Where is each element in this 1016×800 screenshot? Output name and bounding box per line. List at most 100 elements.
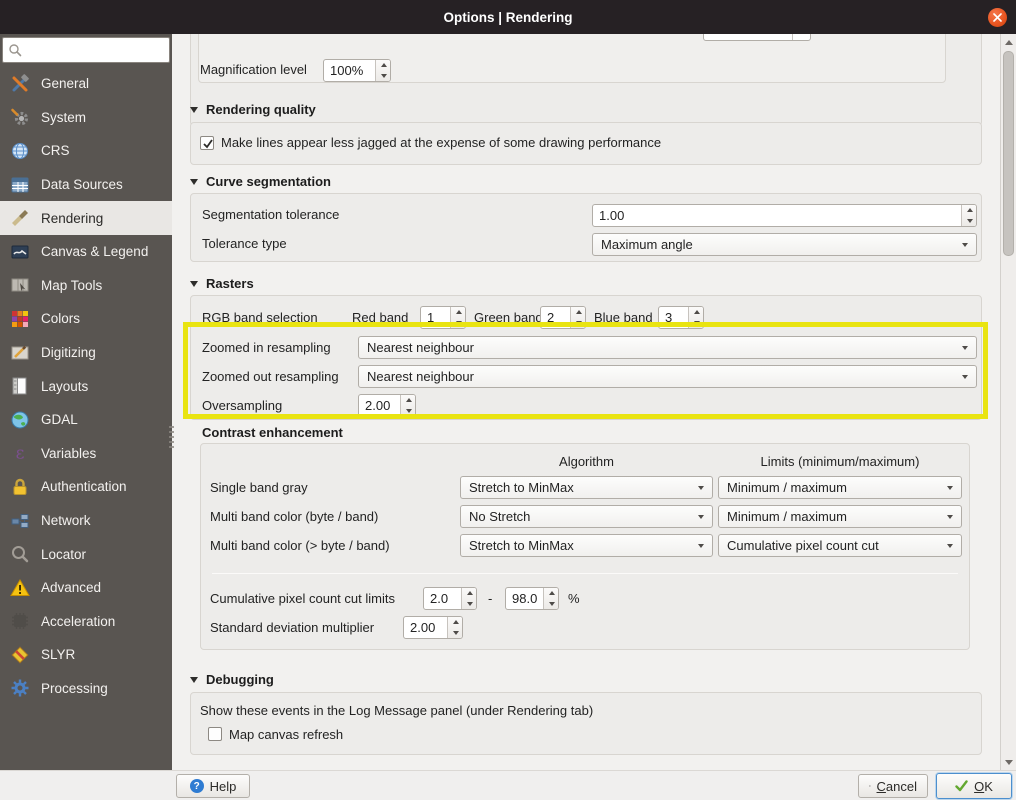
spin-buttons[interactable]: [961, 205, 976, 226]
curve-segmentation-header[interactable]: Curve segmentation: [190, 174, 331, 189]
sidebar-search: [2, 37, 170, 63]
help-button[interactable]: ? Help: [176, 774, 250, 798]
close-button[interactable]: [988, 8, 1007, 27]
zoomed-out-resampling-label: Zoomed out resampling: [202, 369, 339, 384]
segmentation-tolerance-spinbox[interactable]: 1.00: [592, 204, 977, 227]
spin-buttons[interactable]: [447, 617, 462, 638]
sidebar-item-system[interactable]: System: [0, 101, 172, 135]
map-canvas-refresh-label: Map canvas refresh: [229, 727, 344, 742]
map-canvas-refresh-checkbox[interactable]: [208, 727, 222, 741]
spin-buttons[interactable]: [570, 307, 585, 328]
sidebar-item-canvas-legend[interactable]: Canvas & Legend: [0, 235, 172, 269]
rasters-header[interactable]: Rasters: [190, 276, 254, 291]
spin-up-icon: [451, 307, 466, 318]
spin-down-icon: [448, 628, 463, 639]
rendering-quality-header[interactable]: Rendering quality: [190, 102, 316, 117]
zoomed-in-resampling-label: Zoomed in resampling: [202, 340, 331, 355]
cumulative-max-spinbox[interactable]: 98.0: [505, 587, 559, 610]
spin-buttons[interactable]: [450, 307, 465, 328]
settings-search-input[interactable]: [2, 37, 170, 63]
chevron-down-icon: [947, 544, 953, 548]
oversampling-spinbox[interactable]: 2.00: [358, 394, 416, 417]
limits-select[interactable]: Minimum / maximum: [718, 505, 962, 528]
antialias-checkbox[interactable]: [200, 136, 214, 150]
cumulative-min-spinbox[interactable]: 2.0: [423, 587, 477, 610]
algorithm-select[interactable]: No Stretch: [460, 505, 713, 528]
spin-buttons[interactable]: [461, 588, 476, 609]
cumulative-cut-limits-label: Cumulative pixel count cut limits: [210, 591, 395, 606]
blue-band-label: Blue band: [594, 310, 653, 325]
contrast-row: Single band gray Stretch to MinMax Minimum…: [172, 476, 1000, 499]
sidebar-item-layouts[interactable]: Layouts: [0, 369, 172, 403]
sidebar-item-network[interactable]: Network: [0, 504, 172, 538]
spin-down-icon: [962, 216, 977, 227]
spin-buttons[interactable]: [375, 60, 390, 81]
sidebar-item-slyr[interactable]: SLYR: [0, 638, 172, 672]
scroll-up-icon[interactable]: [1001, 35, 1016, 49]
zoomed-out-resampling-select[interactable]: Nearest neighbour: [358, 365, 977, 388]
help-icon: ?: [189, 779, 204, 793]
sidebar-item-colors[interactable]: Colors: [0, 302, 172, 336]
sidebar-item-crs[interactable]: CRS: [0, 134, 172, 168]
warning-triangle-icon: [9, 578, 31, 598]
tools-icon: [9, 73, 31, 94]
sidebar-item-authentication[interactable]: Authentication: [0, 470, 172, 504]
algorithm-select[interactable]: Stretch to MinMax: [460, 476, 713, 499]
algorithm-select[interactable]: Stretch to MinMax: [460, 534, 713, 557]
earth-icon: [9, 410, 31, 430]
sidebar-item-label: Advanced: [41, 580, 102, 596]
spin-buttons[interactable]: [688, 307, 703, 328]
debugging-header[interactable]: Debugging: [190, 672, 274, 687]
algorithm-column-header: Algorithm: [559, 454, 614, 469]
green-band-spinbox[interactable]: 2: [540, 306, 586, 329]
green-band-label: Green band: [474, 310, 543, 325]
sidebar-item-general[interactable]: General: [0, 67, 172, 101]
magnification-spinbox[interactable]: 100%: [323, 59, 391, 82]
ok-button[interactable]: OK: [936, 773, 1012, 799]
sidebar-item-rendering[interactable]: Rendering: [0, 201, 172, 235]
spin-up-icon: [376, 60, 391, 71]
spin-buttons[interactable]: [400, 395, 415, 416]
scroll-down-icon[interactable]: [1001, 755, 1016, 769]
sidebar-item-locator[interactable]: Locator: [0, 537, 172, 571]
spin-down-icon: [376, 71, 391, 82]
limits-select[interactable]: Cumulative pixel count cut: [718, 534, 962, 557]
magnifier-icon: [9, 544, 31, 564]
sidebar-item-data-sources[interactable]: Data Sources: [0, 168, 172, 202]
sidebar-item-variables[interactable]: ε Variables: [0, 437, 172, 471]
globe-icon: [9, 141, 31, 161]
contrast-row-label: Multi band color (> byte / band): [210, 537, 390, 553]
vertical-scrollbar[interactable]: [1000, 34, 1016, 770]
sidebar-item-acceleration[interactable]: Acceleration: [0, 605, 172, 639]
blue-band-spinbox[interactable]: 3: [658, 306, 704, 329]
splitter-handle[interactable]: [169, 426, 174, 448]
spin-buttons[interactable]: [543, 588, 558, 609]
spin-down-icon: [462, 599, 477, 610]
stddev-multiplier-spinbox[interactable]: 2.00: [403, 616, 463, 639]
limits-select[interactable]: Minimum / maximum: [718, 476, 962, 499]
spin-up-icon: [571, 307, 586, 318]
sidebar-item-gdal[interactable]: GDAL: [0, 403, 172, 437]
collapse-triangle-icon: [190, 676, 198, 683]
red-band-spinbox[interactable]: 1: [420, 306, 466, 329]
processing-gear-icon: [9, 678, 31, 698]
tolerance-type-select[interactable]: Maximum angle: [592, 233, 977, 256]
chevron-down-icon: [947, 486, 953, 490]
lock-icon: [9, 477, 31, 497]
contrast-row: Multi band color (> byte / band) Stretch …: [172, 534, 1000, 557]
chevron-down-icon: [947, 515, 953, 519]
red-band-label: Red band: [352, 310, 409, 325]
chevron-down-icon: [698, 486, 704, 490]
sidebar-item-advanced[interactable]: Advanced: [0, 571, 172, 605]
sidebar-item-digitizing[interactable]: Digitizing: [0, 336, 172, 370]
sidebar-item-label: Rendering: [41, 210, 104, 226]
cancel-button[interactable]: Cancel: [858, 774, 928, 798]
checkmark-icon: [203, 139, 213, 149]
sidebar-item-label: Map Tools: [41, 277, 103, 293]
sidebar-item-map-tools[interactable]: Map Tools: [0, 269, 172, 303]
sidebar-item-label: Data Sources: [41, 177, 123, 193]
spin-up-icon: [462, 588, 477, 599]
scrollbar-thumb[interactable]: [1003, 51, 1014, 256]
zoomed-in-resampling-select[interactable]: Nearest neighbour: [358, 336, 977, 359]
sidebar-item-processing[interactable]: Processing: [0, 672, 172, 706]
